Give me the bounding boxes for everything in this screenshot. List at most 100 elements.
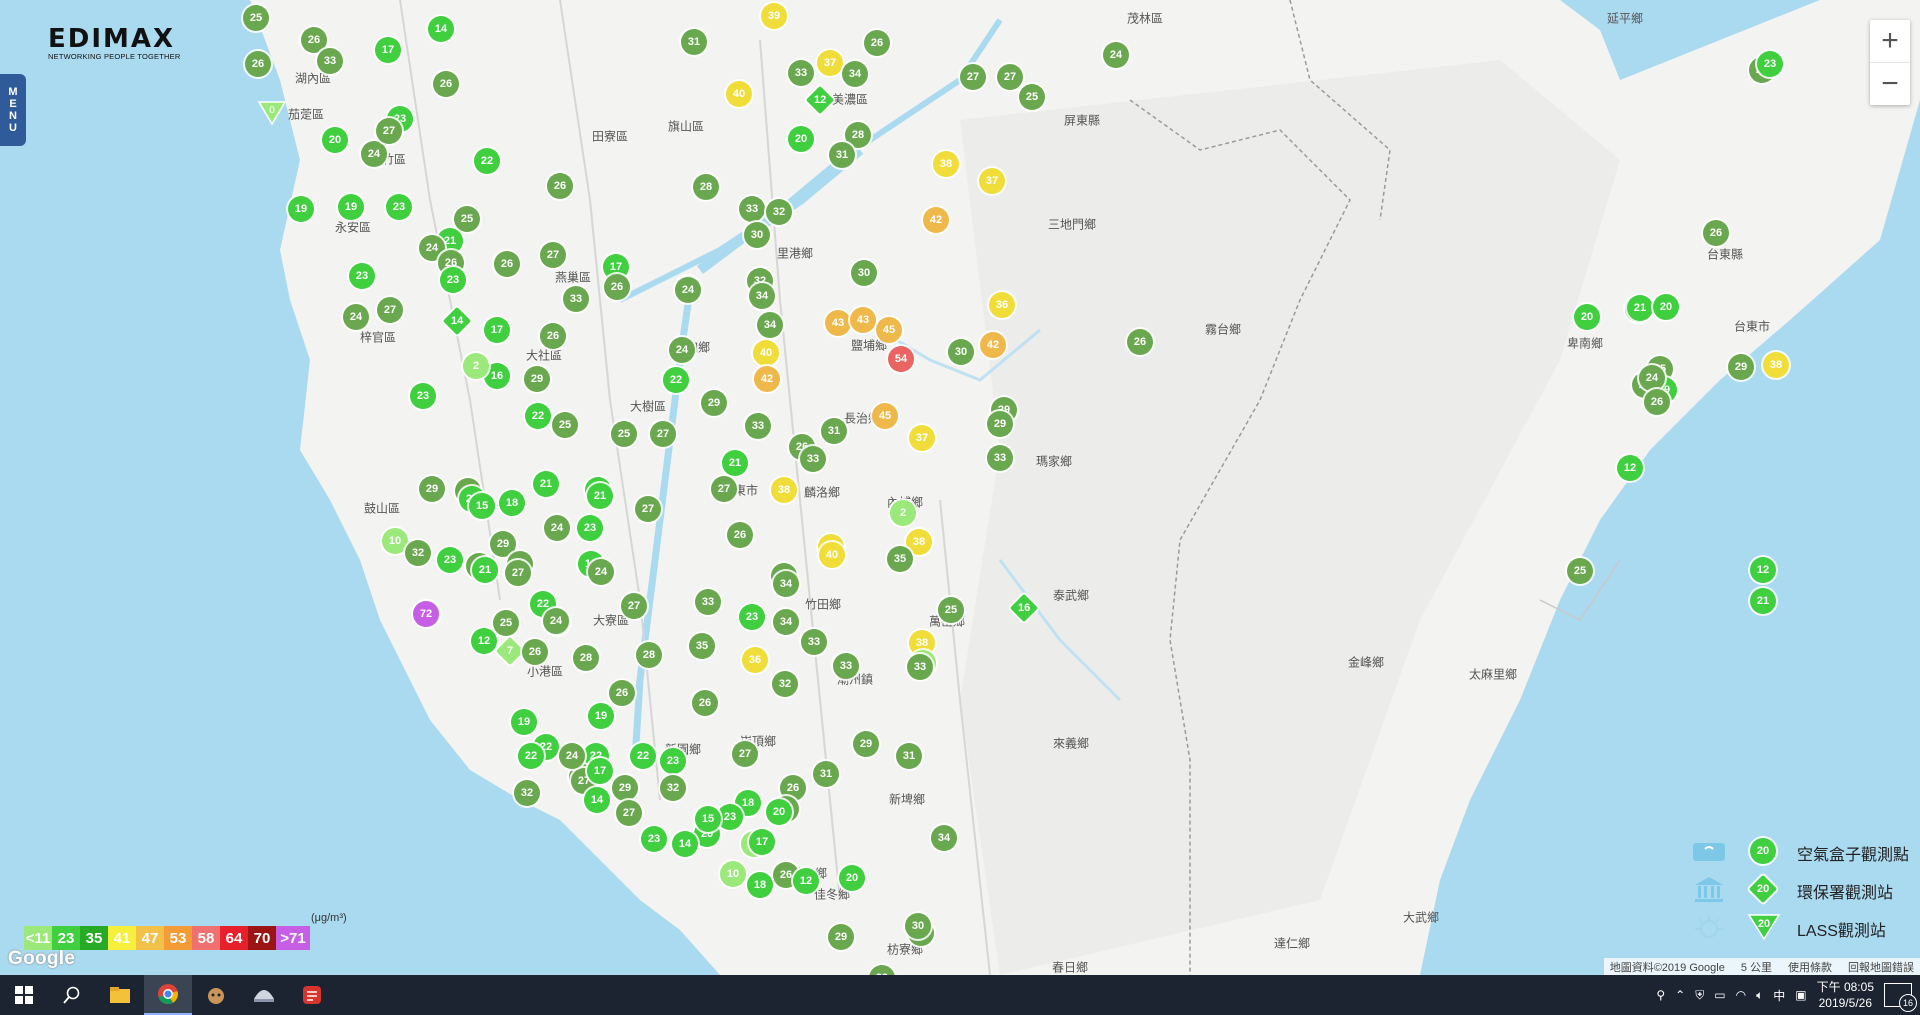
airbox-station-marker[interactable]: 29 [524,366,550,392]
airbox-station-marker[interactable]: 28 [573,645,599,671]
airbox-station-marker[interactable]: 27 [960,64,986,90]
airbox-station-marker[interactable]: 31 [813,761,839,787]
airbox-station-marker[interactable]: 33 [317,48,343,74]
airbox-station-marker[interactable]: 20 [766,799,792,825]
airbox-station-marker[interactable]: 22 [630,743,656,769]
airbox-station-marker[interactable]: 31 [821,418,847,444]
airbox-station-marker[interactable]: 27 [377,297,403,323]
airbox-station-marker[interactable]: 32 [766,199,792,225]
airbox-station-marker[interactable]: 25 [1019,84,1045,110]
airbox-station-marker[interactable]: 37 [909,425,935,451]
airbox-station-marker[interactable]: 33 [987,445,1013,471]
airbox-station-marker[interactable]: 12 [1617,455,1643,481]
airbox-station-marker[interactable]: 25 [552,412,578,438]
airbox-station-marker[interactable]: 45 [872,403,898,429]
airbox-station-marker[interactable]: 20 [322,127,348,153]
airbox-station-marker[interactable]: 33 [695,589,721,615]
google-logo[interactable]: Google [8,948,75,970]
airbox-station-marker[interactable]: 26 [1644,389,1670,415]
chevron-up-icon[interactable]: ⌃ [1675,988,1685,1002]
airbox-station-marker[interactable]: 19 [511,709,537,735]
airbox-station-marker[interactable]: 30 [744,222,770,248]
airbox-station-marker[interactable]: 33 [788,60,814,86]
airbox-station-marker[interactable]: 2 [890,500,916,526]
airbox-station-marker[interactable]: 21 [722,450,748,476]
airbox-station-marker[interactable]: 10 [382,528,408,554]
airbox-station-marker[interactable]: 72 [413,601,439,627]
airbox-station-marker[interactable]: 20 [788,126,814,152]
airbox-station-marker[interactable]: 23 [349,263,375,289]
airbox-station-marker[interactable]: 38 [933,151,959,177]
airbox-station-marker[interactable]: 26 [433,71,459,97]
chrome-icon[interactable] [144,975,192,1015]
airbox-station-marker[interactable]: 18 [747,872,773,898]
airbox-station-marker[interactable]: 32 [660,775,686,801]
lass-station-marker[interactable]: 0 [257,100,287,126]
menu-button[interactable]: MENU [0,74,26,146]
search-icon[interactable] [48,975,96,1015]
airbox-station-marker[interactable]: 29 [828,924,854,950]
airbox-station-marker[interactable]: 27 [650,421,676,447]
airbox-station-marker[interactable]: 42 [923,207,949,233]
airbox-station-marker[interactable]: 40 [819,542,845,568]
zoom-out-button[interactable]: − [1870,62,1910,105]
airbox-station-marker[interactable]: 34 [842,61,868,87]
airbox-station-marker[interactable]: 24 [544,515,570,541]
airbox-station-marker[interactable]: 14 [672,831,698,857]
airbox-station-marker[interactable]: 38 [1763,352,1789,378]
airbox-station-marker[interactable]: 26 [494,251,520,277]
zoom-in-button[interactable]: + [1870,20,1910,62]
airbox-station-marker[interactable]: 25 [243,5,269,31]
airbox-station-marker[interactable]: 24 [543,608,569,634]
airbox-station-marker[interactable]: 35 [689,633,715,659]
airbox-station-marker[interactable]: 19 [588,703,614,729]
airbox-station-marker[interactable]: 29 [1728,354,1754,380]
airbox-station-marker[interactable]: 40 [726,81,752,107]
airbox-station-marker[interactable]: 33 [739,196,765,222]
airbox-station-marker[interactable]: 32 [772,671,798,697]
map-canvas[interactable]: 茂林區 延平鄉 湖內區 茄萣區 田寮區 旗山區 美濃區 永安區 路竹區 燕巢區 里港鄉 三地門鄉 梓官區… [0,0,1920,975]
airbox-station-marker[interactable]: 26 [1127,329,1153,355]
airbox-station-marker[interactable]: 27 [997,64,1023,90]
airbox-station-marker[interactable]: 23 [386,194,412,220]
airbox-station-marker[interactable]: 30 [905,913,931,939]
airbox-station-marker[interactable]: 10 [720,861,746,887]
edimax-logo[interactable]: EDIMAX NETWORKING PEOPLE TOGETHER [48,24,180,61]
airbox-station-marker[interactable]: 21 [587,483,613,509]
airbox-station-marker[interactable]: 19 [288,196,314,222]
airbox-station-marker[interactable]: 34 [773,571,799,597]
airbox-station-marker[interactable]: 33 [800,446,826,472]
airbox-station-marker[interactable]: 45 [876,317,902,343]
airbox-station-marker[interactable]: 25 [938,597,964,623]
airbox-station-marker[interactable]: 25 [611,421,637,447]
airbox-station-marker[interactable]: 20 [1653,294,1679,320]
airbox-station-marker[interactable]: 27 [711,476,737,502]
terms-link[interactable]: 使用條款 [1788,959,1832,975]
airbox-station-marker[interactable]: 34 [757,312,783,338]
airbox-station-marker[interactable]: 25 [1567,558,1593,584]
airbox-station-marker[interactable]: 34 [773,609,799,635]
airbox-station-marker[interactable]: 23 [440,267,466,293]
file-explorer-icon[interactable] [96,975,144,1015]
airbox-station-marker[interactable]: 18 [499,490,525,516]
mascot-app-icon[interactable] [192,975,240,1015]
airbox-station-marker[interactable]: 29 [987,411,1013,437]
airbox-station-marker[interactable]: 31 [829,142,855,168]
airbox-station-marker[interactable]: 27 [732,741,758,767]
airbox-station-marker[interactable]: 40 [753,340,779,366]
airbox-station-marker[interactable]: 24 [669,337,695,363]
airbox-station-marker[interactable]: 23 [641,826,667,852]
airbox-station-marker[interactable]: 42 [754,366,780,392]
airbox-station-marker[interactable]: 29 [701,390,727,416]
airbox-station-marker[interactable]: 24 [361,141,387,167]
airbox-station-marker[interactable]: 12 [793,868,819,894]
airbox-station-marker[interactable]: 36 [989,292,1015,318]
airbox-station-marker[interactable]: 27 [540,242,566,268]
report-error-link[interactable]: 回報地圖錯誤 [1848,959,1914,975]
airbox-station-marker[interactable]: 26 [245,51,271,77]
airbox-station-marker[interactable]: 25 [454,206,480,232]
airbox-station-marker[interactable]: 37 [817,50,843,76]
airbox-station-marker[interactable]: 22 [525,403,551,429]
airbox-station-marker[interactable]: 33 [801,629,827,655]
airbox-station-marker[interactable]: 26 [692,690,718,716]
